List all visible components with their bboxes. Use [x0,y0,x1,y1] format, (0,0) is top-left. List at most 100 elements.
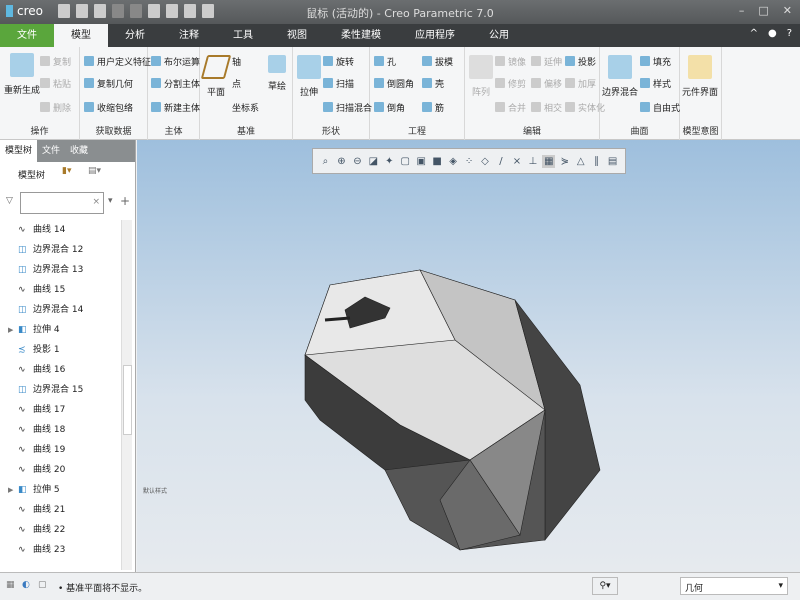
tab-applications[interactable]: 应用程序 [398,24,472,47]
expand-icon[interactable]: ▶ [8,480,13,500]
tree-item[interactable]: ∿ 曲线 23 [0,540,120,560]
tree-item[interactable]: ◫ 边界混合 14 [0,300,120,320]
tab-model-tree[interactable]: 模型树 [0,140,38,162]
tree-item[interactable]: ∿ 曲线 17 [0,400,120,420]
add-icon[interactable]: + [120,194,130,208]
group-label[interactable]: 曲面 [600,124,679,137]
pattern-button[interactable]: 阵列 [469,55,493,98]
group-label[interactable]: 模型意图 [680,124,721,137]
rib-button[interactable]: 筋 [422,101,444,114]
merge-button[interactable]: 合并 [495,101,526,114]
filter-icon[interactable]: ▽ [6,196,13,206]
display-style-icon[interactable]: ■ [431,155,444,168]
fill-button[interactable]: 填充 [640,55,671,68]
draft-button[interactable]: 拔模 [422,55,453,68]
tab-tools[interactable]: 工具 [216,24,270,47]
expand-icon[interactable]: ▶ [8,320,13,340]
tab-favorites[interactable]: 收藏 [65,140,93,162]
saved-views-icon[interactable]: ▣ [415,155,428,168]
tree-item[interactable]: ∿ 曲线 16 [0,360,120,380]
dropdown-icon[interactable]: ▾ [108,196,113,206]
axis-display-icon[interactable]: / [494,155,507,168]
sweep-button[interactable]: 扫描 [323,77,354,90]
delete-button[interactable]: 删除 [40,101,71,114]
collapse-ribbon-icon[interactable]: ^ [750,28,758,39]
plane-button[interactable]: 平面 [200,55,232,98]
clear-icon[interactable]: × [92,197,100,207]
shrinkwrap-button[interactable]: 收缩包络 [84,101,133,114]
browser-toggle-icon[interactable]: ◐ [22,580,30,590]
group-label[interactable]: 获取数据 [80,124,147,137]
axis-button[interactable]: 轴 [232,55,241,68]
selection-filter[interactable]: 几何 ▾ [680,577,788,595]
round-button[interactable]: 倒圆角 [374,77,414,90]
shell-button[interactable]: 壳 [422,77,444,90]
appearance-icon[interactable]: ▤ [606,155,619,168]
solidify-button[interactable]: 实体化 [565,101,605,114]
split-body-button[interactable]: 分割主体 [151,77,200,90]
simulation-icon[interactable]: △ [574,155,587,168]
refit-icon[interactable]: ⌕ [319,155,332,168]
group-label[interactable]: 工程 [370,124,464,137]
component-interface-button[interactable]: 元件界面 [682,55,718,98]
mirror-button[interactable]: 镜像 [495,55,526,68]
group-label[interactable]: 基准 [200,124,292,137]
tree-item[interactable]: ≾ 投影 1 [0,340,120,360]
intersect-button[interactable]: 相交 [531,101,562,114]
style-button[interactable]: 样式 [640,77,671,90]
chamfer-button[interactable]: 倒角 [374,101,405,114]
plane-display-icon[interactable]: ◇ [479,155,492,168]
repaint-icon[interactable]: ◪ [367,155,380,168]
saved-orientations-icon[interactable]: ▢ [399,155,412,168]
tree-item[interactable]: ◫ 边界混合 12 [0,240,120,260]
thicken-button[interactable]: 加厚 [565,77,596,90]
tree-item[interactable]: ▶ ◧ 拉伸 4 [0,320,120,340]
tree-item[interactable]: ▶ ◧ 拉伸 5 [0,480,120,500]
perspective-icon[interactable]: ◈ [447,155,460,168]
tab-model[interactable]: 模型 [54,24,108,47]
project-button[interactable]: 投影 [565,55,596,68]
point-display-icon[interactable]: × [510,155,523,168]
tree-item[interactable]: ∿ 曲线 20 [0,460,120,480]
revolve-button[interactable]: 旋转 [323,55,354,68]
zoom-out-icon[interactable]: ⊖ [351,155,364,168]
csys-display-icon[interactable]: ⊥ [526,155,539,168]
tree-item[interactable]: ∿ 曲线 22 [0,520,120,540]
sketch-button[interactable]: 草绘 [268,55,286,92]
navigator-toggle-icon[interactable]: ▦ [6,580,15,590]
lightbulb-icon[interactable]: ● [768,28,777,39]
tab-annotate[interactable]: 注释 [162,24,216,47]
udf-button[interactable]: 用户定义特征 [84,55,151,68]
boolean-button[interactable]: 布尔运算 [151,55,200,68]
freestyle-button[interactable]: 自由式 [640,101,680,114]
offset-button[interactable]: 偏移 [531,77,562,90]
view-manager-icon[interactable]: ⋟ [558,155,571,168]
annotation-display-icon[interactable]: ⁘ [463,155,476,168]
spin-center-icon[interactable]: ✦ [383,155,396,168]
group-label[interactable]: 编辑 [465,124,599,137]
boundary-blend-button[interactable]: 边界混合 [602,55,638,98]
settings-icon[interactable]: ▮▾ [62,166,71,176]
tab-analysis[interactable]: 分析 [108,24,162,47]
search-input[interactable]: × [20,192,104,214]
copy-button[interactable]: 复制 [40,55,71,68]
find-button[interactable]: ⚲▾ [592,577,618,595]
fullscreen-icon[interactable]: ▢ [38,580,47,590]
graphics-viewport[interactable]: 默认样式 [137,140,800,572]
csys-button[interactable]: 坐标系 [232,101,259,114]
new-body-button[interactable]: 新建主体 [151,101,200,114]
help-icon[interactable]: ? [787,28,792,39]
group-label[interactable]: 形状 [293,124,369,137]
extrude-button[interactable]: 拉伸 [297,55,321,98]
group-label[interactable]: 操作 [0,124,79,137]
tab-view[interactable]: 视图 [270,24,324,47]
hole-button[interactable]: 孔 [374,55,396,68]
show-icon[interactable]: ▤▾ [88,166,101,176]
tree-item[interactable]: ∿ 曲线 15 [0,280,120,300]
tree-item[interactable]: ◫ 边界混合 15 [0,380,120,400]
swept-blend-button[interactable]: 扫描混合 [323,101,372,114]
spin-center-toggle-icon[interactable]: ▦ [542,154,556,168]
group-label[interactable]: 主体 [148,124,199,137]
paste-button[interactable]: 粘贴 [40,77,71,90]
pause-icon[interactable]: ∥ [590,155,603,168]
